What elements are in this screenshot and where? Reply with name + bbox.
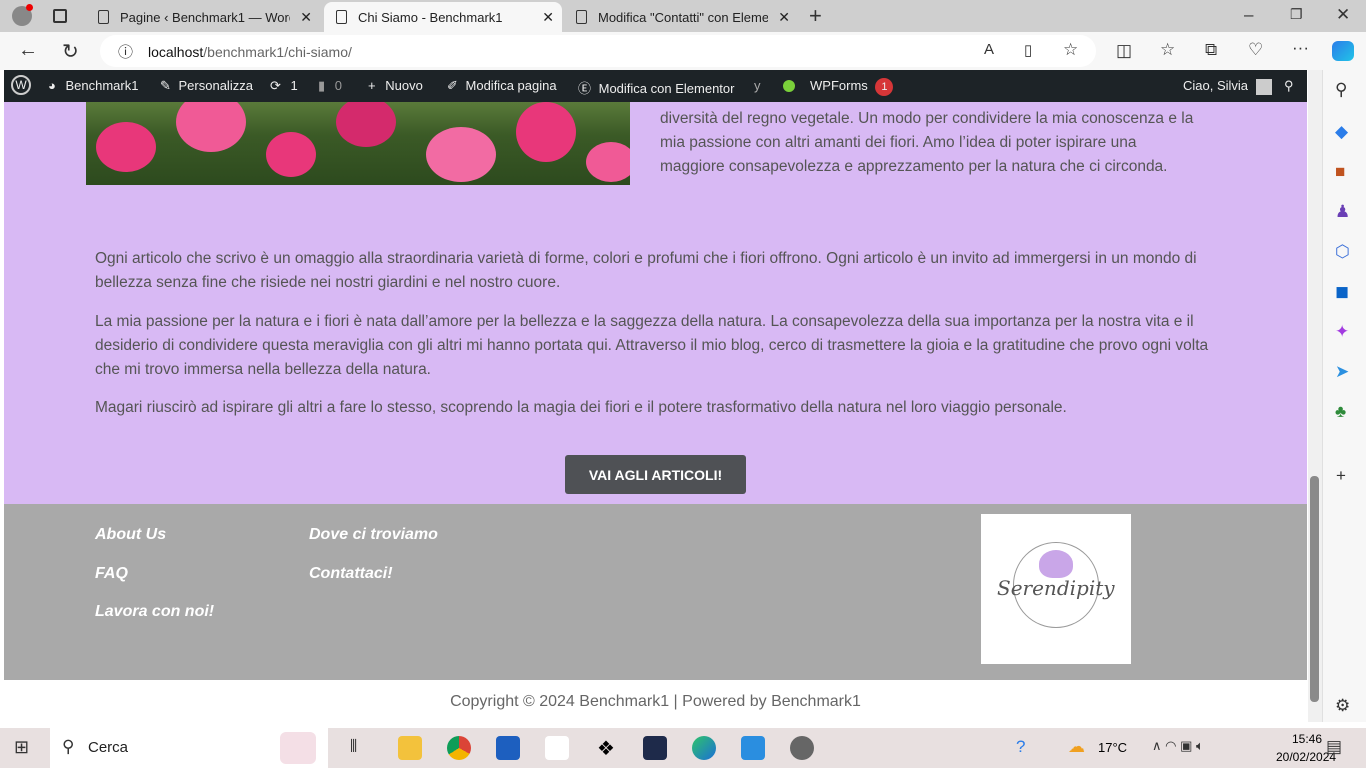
page-icon	[336, 10, 347, 24]
wordpress-logo-icon[interactable]: W	[11, 75, 31, 95]
serendipity-logo: Serendipity	[981, 514, 1131, 664]
footer-link-jobs[interactable]: Lavora con noi!	[95, 603, 214, 621]
amazon-icon[interactable]	[545, 736, 569, 760]
read-aloud-icon[interactable]: A	[984, 41, 994, 58]
close-window-icon[interactable]: ✕	[1336, 5, 1350, 25]
notifications-icon[interactable]: ▤	[1326, 737, 1342, 757]
cake-icon	[280, 732, 316, 764]
designer-icon[interactable]: ✦	[1335, 322, 1349, 342]
elementor-menu[interactable]: Ⓔ Modifica con Elementor	[578, 78, 734, 97]
windows-start-icon[interactable]: ⊞	[14, 737, 29, 758]
powershell-icon[interactable]	[643, 736, 667, 760]
copilot-icon[interactable]	[1332, 41, 1354, 61]
copyright: Copyright © 2024 Benchmark1 | Powered by…	[4, 680, 1307, 722]
edit-page-menu[interactable]: ✐ Modifica pagina	[447, 78, 557, 94]
help-icon[interactable]: ?	[1016, 737, 1025, 757]
dropbox-icon[interactable]: ❖	[594, 736, 618, 760]
notification-badge: 1	[875, 78, 894, 96]
tree-icon[interactable]: ♣	[1335, 402, 1346, 422]
close-tab-icon[interactable]: ✕	[778, 9, 790, 26]
app-icon[interactable]	[790, 736, 814, 760]
tab-modifica-contatti[interactable]: Modifica "Contatti" con Elementor✕	[564, 2, 798, 32]
tray-icons[interactable]: ∧ ◠ ▣ 🔈︎	[1152, 738, 1204, 754]
tab-pagine[interactable]: Pagine ‹ Benchmark1 — WordPress✕	[86, 2, 320, 32]
split-screen-icon[interactable]: ◫	[1116, 41, 1132, 61]
refresh-icon[interactable]: ↻	[62, 39, 79, 64]
scrollbar-thumb[interactable]	[1310, 476, 1319, 702]
footer-link-about[interactable]: About Us	[95, 526, 166, 544]
settings-icon[interactable]: ⚙	[1335, 696, 1350, 716]
updates-menu[interactable]: ⟳ 1	[270, 78, 298, 94]
task-view-icon[interactable]: ⫴	[350, 737, 357, 757]
search-icon[interactable]: ⚲	[1284, 78, 1294, 94]
immersive-reader-icon[interactable]: ▯	[1024, 41, 1032, 59]
paragraph: La mia passione per la natura e i fiori …	[95, 313, 1209, 378]
outlook-icon[interactable]: ◼	[1335, 282, 1349, 302]
wp-admin-bar: W ◕ Benchmark1 ✎ Personalizza ⟳ 1 ▮ 0 + …	[4, 70, 1307, 102]
file-explorer-icon[interactable]	[398, 736, 422, 760]
paragraph: Ogni articolo che scrivo è un omaggio al…	[95, 250, 1197, 291]
shopping-icon[interactable]: ◆	[1335, 122, 1348, 142]
close-tab-icon[interactable]: ✕	[300, 9, 312, 26]
intro-text-right: diversità del regno vegetale. Un modo pe…	[660, 110, 1194, 175]
tab-strip: Pagine ‹ Benchmark1 — WordPress✕ Chi Sia…	[0, 0, 1366, 32]
red-dot-icon	[26, 4, 33, 11]
edge-sidebar: ⚲ ◆ ■ ♟ ⬡ ◼ ✦ ➤ ♣ + ⚙	[1322, 70, 1366, 722]
mail-icon[interactable]	[741, 736, 765, 760]
footer-link-location[interactable]: Dove ci troviamo	[309, 526, 438, 544]
collections-icon[interactable]: ⧉	[1205, 40, 1217, 60]
account-menu[interactable]: Ciao, Silvia	[1183, 78, 1272, 95]
office-icon[interactable]: ⬡	[1335, 242, 1350, 262]
page-icon	[576, 10, 587, 24]
avatar	[1255, 78, 1272, 95]
tab-actions-icon[interactable]	[53, 9, 67, 23]
send-icon[interactable]: ➤	[1335, 362, 1349, 382]
info-icon[interactable]: ⓘ	[118, 41, 133, 62]
search-icon[interactable]: ⚲	[1335, 80, 1347, 100]
customize-menu[interactable]: ✎ Personalizza	[160, 78, 253, 94]
taskbar-search[interactable]: ⚲ Cerca	[50, 728, 328, 768]
tab-chi-siamo[interactable]: Chi Siamo - Benchmark1 ✕	[324, 2, 562, 32]
more-icon[interactable]: ···	[1292, 38, 1309, 58]
search-icon: ⚲	[62, 737, 75, 756]
wpforms-menu[interactable]: WPForms 1	[810, 78, 894, 96]
favorite-star-icon[interactable]: ☆	[1063, 40, 1078, 60]
paragraph: Magari riuscirò ad ispirare gli altri a …	[95, 399, 1067, 416]
flowers-image	[86, 102, 630, 185]
footer-link-contact[interactable]: Contattaci!	[309, 565, 393, 583]
new-tab-icon[interactable]: +	[809, 3, 822, 29]
health-icon[interactable]: ♡	[1248, 40, 1263, 60]
weather-icon[interactable]: ☁	[1068, 737, 1085, 757]
address-bar[interactable]: ⓘ localhost/benchmark1/chi-siamo/ A ▯ ☆	[100, 35, 1096, 67]
footer-link-faq[interactable]: FAQ	[95, 565, 128, 583]
tools-icon[interactable]: ■	[1335, 162, 1345, 182]
site-menu[interactable]: ◕ Benchmark1	[48, 78, 138, 93]
add-icon[interactable]: +	[1336, 466, 1346, 486]
go-to-articles-button[interactable]: VAI AGLI ARTICOLI!	[565, 455, 746, 494]
chrome-icon[interactable]	[447, 736, 471, 760]
comments-menu[interactable]: ▮ 0	[318, 78, 342, 94]
store-icon[interactable]	[496, 736, 520, 760]
close-tab-icon[interactable]: ✕	[542, 9, 554, 26]
minimize-icon[interactable]: –	[1244, 5, 1253, 25]
edge-icon[interactable]	[692, 736, 716, 760]
restore-icon[interactable]: ❐	[1290, 6, 1303, 23]
yoast-icon[interactable]: y	[754, 78, 761, 93]
favorites-icon[interactable]: ☆	[1160, 40, 1175, 60]
page-icon	[98, 10, 109, 24]
seo-status-dot	[783, 80, 795, 92]
games-icon[interactable]: ♟	[1335, 202, 1350, 222]
new-menu[interactable]: + Nuovo	[368, 78, 423, 93]
back-icon[interactable]: ←	[18, 39, 38, 62]
